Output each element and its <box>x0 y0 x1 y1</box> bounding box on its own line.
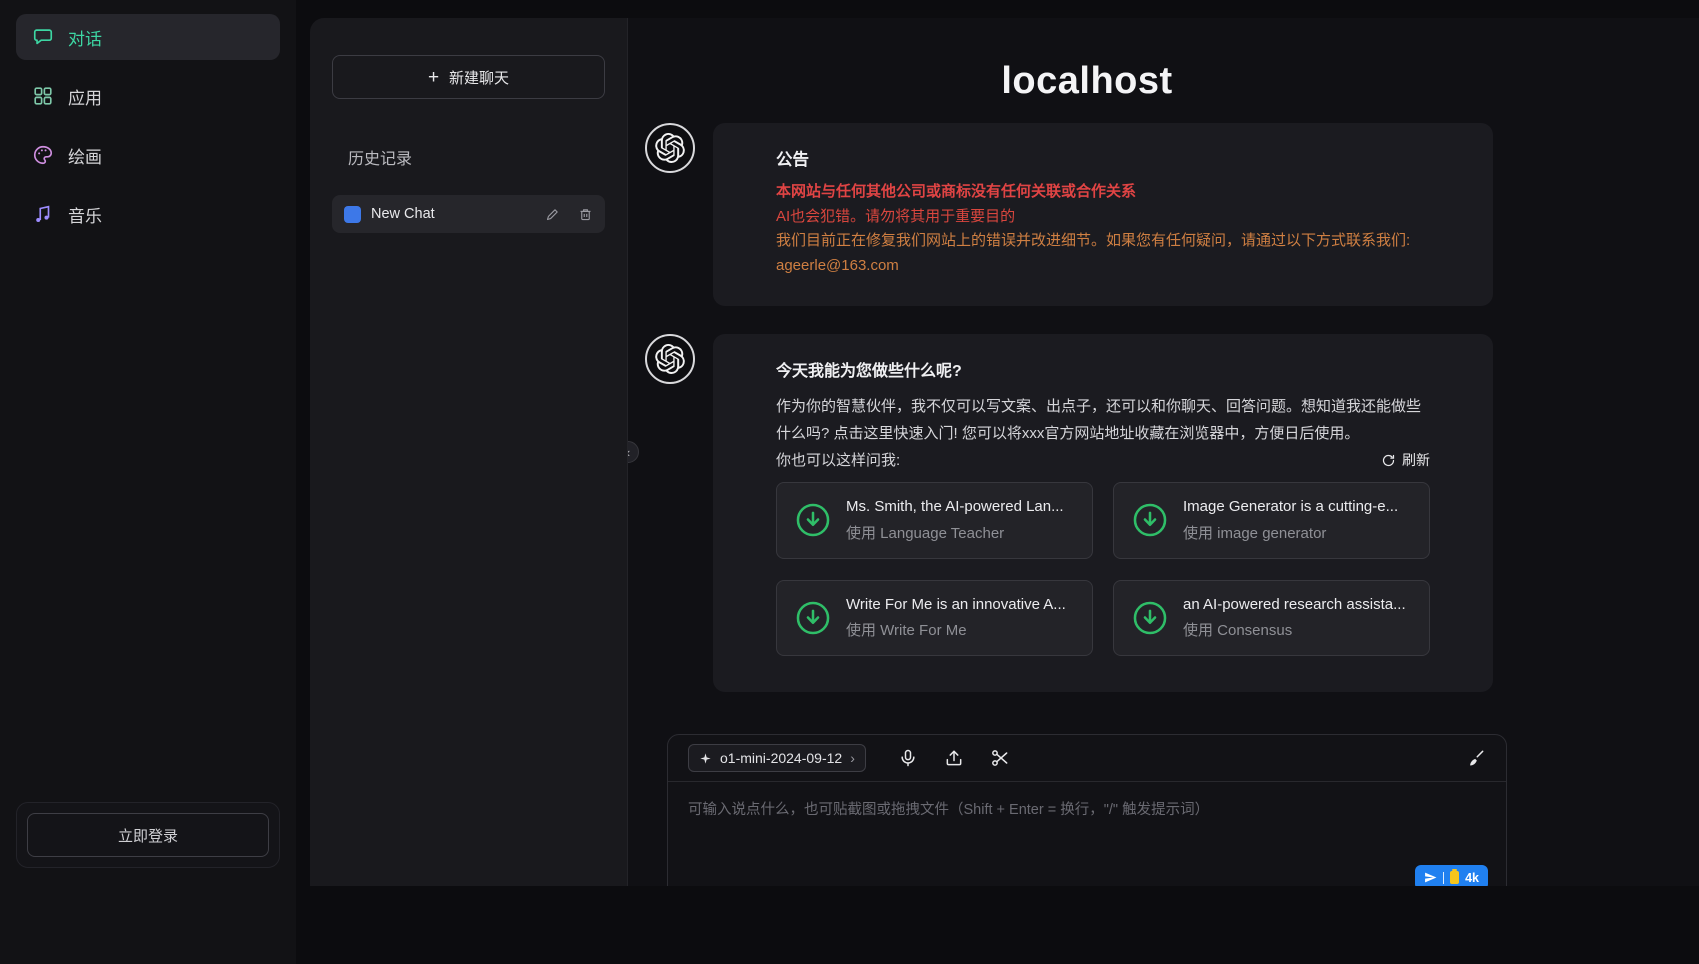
sidebar-item-label: 音乐 <box>68 202 102 227</box>
new-chat-button[interactable]: + 新建聊天 <box>332 55 605 99</box>
announcement-line-3: 我们目前正在修复我们网站上的错误并改进细节。如果您有任何疑问，请通过以下方式联系… <box>776 230 1430 252</box>
announcement-line-1: 本网站与任何其他公司或商标没有任何关联或合作关系 <box>776 181 1430 203</box>
composer-input-area: 4k <box>668 782 1506 886</box>
ask-hint: 你也可以这样问我: <box>776 447 900 474</box>
sidebar-item-label: 对话 <box>68 25 102 50</box>
chat-item-title: New Chat <box>371 206 527 222</box>
delete-trash-icon[interactable] <box>578 207 593 222</box>
download-circle-icon <box>794 599 832 637</box>
sidebar-item-draw[interactable]: 绘画 <box>16 132 280 178</box>
openai-logo-icon <box>655 133 685 163</box>
sidebar-item-apps[interactable]: 应用 <box>16 73 280 119</box>
welcome-body: 作为你的智慧伙伴，我不仅可以写文案、出点子，还可以和你聊天、回答问题。想知道我还… <box>776 393 1430 447</box>
refresh-button[interactable]: 刷新 <box>1381 448 1430 473</box>
assistant-avatar <box>645 334 695 384</box>
model-selector[interactable]: o1-mini-2024-09-12 › <box>688 744 866 772</box>
composer-toolbar: o1-mini-2024-09-12 › <box>668 735 1506 781</box>
chat-history-item[interactable]: New Chat <box>332 195 605 233</box>
music-note-icon <box>32 203 54 225</box>
prompt-card[interactable]: Image Generator is a cutting-e... 使用 ima… <box>1113 482 1430 559</box>
announcement-email: ageerle@163.com <box>776 255 1430 277</box>
prompt-card-title: Write For Me is an innovative A... <box>846 594 1066 616</box>
history-title: 历史记录 <box>348 145 605 169</box>
openai-logo-icon <box>655 344 685 374</box>
download-circle-icon <box>1131 501 1169 539</box>
announcement-heading: 公告 <box>776 149 1430 173</box>
prompt-card-title: an AI-powered research assista... <box>1183 594 1406 616</box>
upload-icon[interactable] <box>944 748 964 768</box>
plus-icon: + <box>428 68 439 87</box>
download-circle-icon <box>794 501 832 539</box>
apps-grid-icon <box>32 85 54 107</box>
prompt-card-subtitle: 使用 Language Teacher <box>846 523 1064 545</box>
prompt-card-title: Ms. Smith, the AI-powered Lan... <box>846 496 1064 518</box>
welcome-heading: 今天我能为您做些什么呢? <box>776 360 1430 383</box>
assistant-avatar <box>645 123 695 173</box>
sidebar-item-label: 绘画 <box>68 143 102 168</box>
edit-pencil-icon[interactable] <box>545 207 560 222</box>
refresh-label: 刷新 <box>1402 448 1430 473</box>
prompt-card[interactable]: Write For Me is an innovative A... 使用 Wr… <box>776 580 1093 657</box>
chat-input[interactable] <box>688 798 1486 870</box>
message-welcome: 今天我能为您做些什么呢? 作为你的智慧伙伴，我不仅可以写文案、出点子，还可以和你… <box>645 334 1699 692</box>
prompt-card-text: Ms. Smith, the AI-powered Lan... 使用 Lang… <box>846 496 1064 545</box>
token-count: 4k <box>1465 871 1479 885</box>
sidebar-item-label: 应用 <box>68 84 102 109</box>
sidebar-item-chat[interactable]: 对话 <box>16 14 280 60</box>
sidebar-item-music[interactable]: 音乐 <box>16 191 280 237</box>
main-panel: ‹ localhost 公告 本网站与任何其他公司或商标没有任何关联或合作关系 … <box>627 18 1699 886</box>
prompt-card-text: Write For Me is an innovative A... 使用 Wr… <box>846 594 1066 643</box>
sparkle-icon <box>699 752 712 765</box>
collapse-panel-button[interactable]: ‹ <box>627 441 639 463</box>
chevron-left-icon: ‹ <box>627 445 630 460</box>
new-chat-label: 新建聊天 <box>449 67 509 88</box>
refresh-icon <box>1381 453 1396 468</box>
model-label: o1-mini-2024-09-12 <box>720 750 842 766</box>
palette-icon <box>32 144 54 166</box>
announcement-line-2: AI也会犯错。请勿将其用于重要目的 <box>776 206 1430 228</box>
welcome-bubble: 今天我能为您做些什么呢? 作为你的智慧伙伴，我不仅可以写文案、出点子，还可以和你… <box>713 334 1493 692</box>
prompt-cards: Ms. Smith, the AI-powered Lan... 使用 Lang… <box>776 482 1430 666</box>
prompt-card-text: an AI-powered research assista... 使用 Con… <box>1183 594 1406 643</box>
microphone-icon[interactable] <box>898 748 918 768</box>
login-button[interactable]: 立即登录 <box>27 813 269 857</box>
scissors-icon[interactable] <box>990 748 1010 768</box>
workspace: + 新建聊天 历史记录 New Chat ‹ localhost 公告 <box>310 18 1699 886</box>
send-token-badge[interactable]: 4k <box>1415 865 1488 886</box>
prompt-card-text: Image Generator is a cutting-e... 使用 ima… <box>1183 496 1398 545</box>
prompt-card-subtitle: 使用 Consensus <box>1183 620 1406 642</box>
prompt-card[interactable]: Ms. Smith, the AI-powered Lan... 使用 Lang… <box>776 482 1093 559</box>
chevron-right-icon: › <box>850 751 855 765</box>
sidebar: 对话 应用 绘画 音乐 立即登录 <box>0 0 296 964</box>
download-circle-icon <box>1131 599 1169 637</box>
announcement-bubble: 公告 本网站与任何其他公司或商标没有任何关联或合作关系 AI也会犯错。请勿将其用… <box>713 123 1493 306</box>
composer: o1-mini-2024-09-12 › <box>667 734 1507 886</box>
prompt-card-subtitle: 使用 Write For Me <box>846 620 1066 642</box>
login-card: 立即登录 <box>16 802 280 868</box>
chat-color-swatch <box>344 206 361 223</box>
message-announcement: 公告 本网站与任何其他公司或商标没有任何关联或合作关系 AI也会犯错。请勿将其用… <box>645 123 1699 306</box>
prompt-card-subtitle: 使用 image generator <box>1183 523 1398 545</box>
chat-list-panel: + 新建聊天 历史记录 New Chat <box>310 18 627 886</box>
badge-divider <box>1443 872 1444 884</box>
prompt-card[interactable]: an AI-powered research assista... 使用 Con… <box>1113 580 1430 657</box>
send-plane-icon <box>1424 871 1437 884</box>
chat-bubble-icon <box>32 26 54 48</box>
page-title: localhost <box>667 60 1507 103</box>
battery-icon <box>1450 871 1459 884</box>
clear-broom-icon[interactable] <box>1466 748 1486 768</box>
prompt-card-title: Image Generator is a cutting-e... <box>1183 496 1398 518</box>
